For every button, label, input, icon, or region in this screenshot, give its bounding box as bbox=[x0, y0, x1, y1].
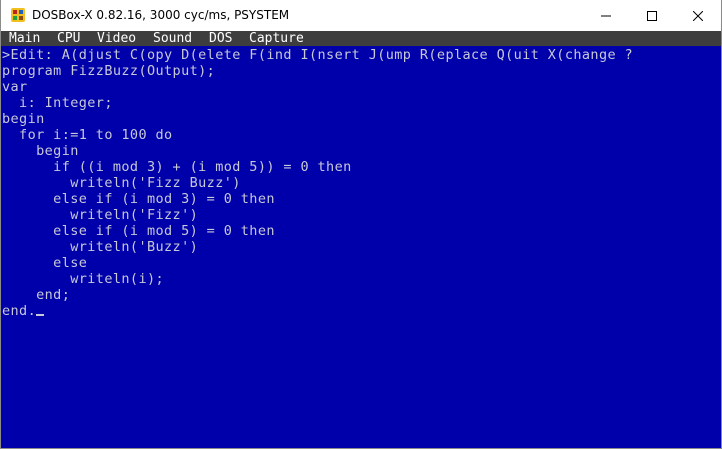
code-line: begin bbox=[2, 143, 79, 159]
code-line: else bbox=[2, 255, 88, 271]
code-line: var bbox=[2, 79, 28, 95]
code-line: else if (i mod 3) = 0 then bbox=[2, 191, 275, 207]
code-line: begin bbox=[2, 111, 45, 127]
code-line: writeln('Fizz Buzz') bbox=[2, 175, 241, 191]
text-cursor bbox=[36, 314, 45, 316]
maximize-button[interactable] bbox=[629, 0, 675, 31]
menu-bar: Main CPU Video Sound DOS Capture bbox=[1, 31, 721, 46]
code-line: program FizzBuzz(Output); bbox=[2, 63, 216, 79]
minimize-button[interactable] bbox=[583, 0, 629, 31]
window-title: DOSBox-X 0.82.16, 3000 cyc/ms, PSYSTEM bbox=[32, 8, 290, 22]
code-line: end; bbox=[2, 287, 71, 303]
code-line: for i:=1 to 100 do bbox=[2, 127, 173, 143]
menu-video[interactable]: Video bbox=[97, 31, 136, 46]
code-line: writeln('Fizz') bbox=[2, 207, 199, 223]
menu-dos[interactable]: DOS bbox=[209, 31, 232, 46]
code-line: writeln(i); bbox=[2, 271, 165, 287]
close-icon bbox=[693, 10, 703, 21]
menu-capture[interactable]: Capture bbox=[249, 31, 304, 46]
dos-screen[interactable]: >Edit: A(djust C(opy D(elete F(ind I(nse… bbox=[1, 46, 721, 448]
maximize-icon bbox=[647, 10, 657, 21]
code-line-text: end. bbox=[2, 303, 37, 319]
minimize-icon bbox=[601, 15, 611, 16]
menu-sound[interactable]: Sound bbox=[153, 31, 192, 46]
menu-main[interactable]: Main bbox=[9, 31, 40, 46]
close-button[interactable] bbox=[675, 0, 721, 31]
code-line: else if (i mod 5) = 0 then bbox=[2, 223, 275, 239]
dosbox-app-icon[interactable] bbox=[10, 7, 26, 23]
dosbox-window: DOSBox-X 0.82.16, 3000 cyc/ms, PSYSTEM M… bbox=[0, 0, 722, 449]
code-line-last: end. bbox=[2, 303, 45, 319]
menu-cpu[interactable]: CPU bbox=[57, 31, 80, 46]
code-line: if ((i mod 3) + (i mod 5)) = 0 then bbox=[2, 159, 352, 175]
code-line: writeln('Buzz') bbox=[2, 239, 199, 255]
title-bar[interactable]: DOSBox-X 0.82.16, 3000 cyc/ms, PSYSTEM bbox=[1, 0, 721, 31]
code-line: i: Integer; bbox=[2, 95, 113, 111]
editor-command-prompt: >Edit: A(djust C(opy D(elete F(ind I(nse… bbox=[2, 47, 634, 63]
